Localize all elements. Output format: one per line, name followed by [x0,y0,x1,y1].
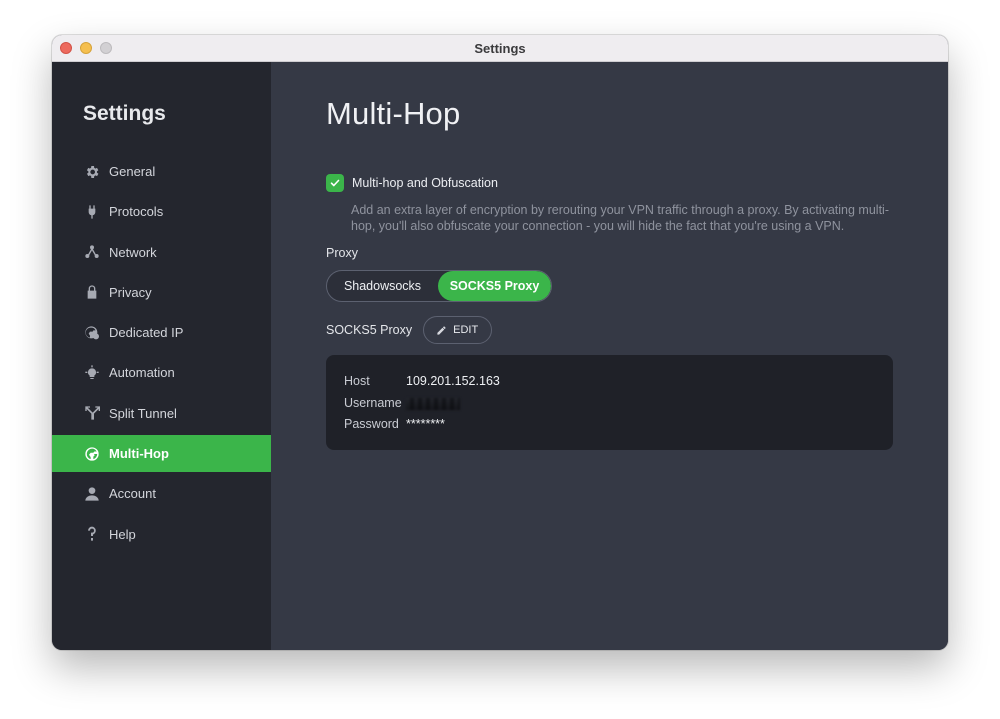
pencil-icon [437,325,446,335]
globe-icon [83,445,101,463]
sidebar-item-label: Dedicated IP [109,325,184,341]
edit-button[interactable]: EDIT [423,316,493,344]
multihop-description: Add an extra layer of encryption by rero… [351,203,889,233]
password-key: Password [344,417,399,431]
sidebar-item-label: Automation [109,365,175,381]
split-icon [83,404,101,422]
sidebar-item-label: Help [109,526,136,542]
socks5-label: SOCKS5 Proxy [326,323,413,337]
sidebar-item-automation[interactable]: Automation [52,354,271,391]
proxy-details-card: Host 109.201.152.163 Username Password *… [326,355,893,450]
sidebar-item-label: General [109,164,156,179]
minimize-window-button[interactable] [80,42,92,54]
sidebar-item-account[interactable]: Account [52,475,271,512]
sidebar-item-label: Privacy [109,284,152,300]
network-icon [83,243,101,261]
lightbulb-icon [83,364,101,382]
multihop-toggle-row: Multi-hop and Obfuscation [326,174,498,192]
password-row: Password ******** [344,417,445,431]
gear-icon [83,163,101,181]
sidebar-item-label: Protocols [109,204,164,220]
lock-icon [83,283,101,301]
sidebar-item-label: Multi-Hop [109,446,169,462]
plug-icon [83,203,101,221]
username-key: Username [344,396,402,410]
question-icon [83,525,101,543]
socks5-option[interactable]: SOCKS5 Proxy [438,271,551,301]
globe-pin-icon [83,324,101,342]
checkmark-icon [330,179,340,187]
multihop-checkbox[interactable] [326,174,344,192]
sidebar-item-label: Split Tunnel [109,405,177,421]
title-bar: Settings [52,35,948,62]
sidebar-item-label: Account [109,486,156,502]
proxy-label: Proxy [326,246,358,260]
sidebar-item-split-tunnel[interactable]: Split Tunnel [52,395,271,432]
sidebar-item-general[interactable]: General [52,153,271,190]
sidebar-item-network[interactable]: Network [52,234,271,271]
edit-button-label: EDIT [453,324,479,336]
zoom-window-button[interactable] [100,42,112,54]
host-value: 109.201.152.163 [406,374,500,388]
sidebar: Settings General Protocols Network Priva… [52,62,271,650]
sidebar-item-help[interactable]: Help [52,516,271,553]
page-title: Multi-Hop [326,96,461,131]
socks5-row: SOCKS5 Proxy EDIT [326,316,493,344]
password-value: ******** [406,417,445,431]
sidebar-heading: Settings [83,102,166,125]
host-row: Host 109.201.152.163 [344,374,500,388]
username-value-redacted [406,398,460,410]
window-title: Settings [474,40,526,56]
sidebar-item-privacy[interactable]: Privacy [52,274,271,311]
sidebar-item-label: Network [109,244,157,260]
user-icon [83,485,101,503]
settings-window: Settings Settings General Protocols Netw… [52,35,948,650]
username-row: Username [344,396,460,410]
sidebar-item-multi-hop[interactable]: Multi-Hop [52,435,271,473]
sidebar-item-dedicated-ip[interactable]: Dedicated IP [52,314,271,351]
window-controls [60,42,112,54]
host-key: Host [344,374,370,388]
sidebar-nav: General Protocols Network Privacy Dedica… [52,153,271,556]
proxy-type-selector: Shadowsocks SOCKS5 Proxy [326,270,552,302]
shadowsocks-option[interactable]: Shadowsocks [327,271,438,301]
sidebar-item-protocols[interactable]: Protocols [52,193,271,230]
multihop-toggle-label[interactable]: Multi-hop and Obfuscation [352,176,498,190]
main-panel: Multi-Hop Multi-hop and Obfuscation Add … [271,62,948,650]
close-window-button[interactable] [60,42,72,54]
